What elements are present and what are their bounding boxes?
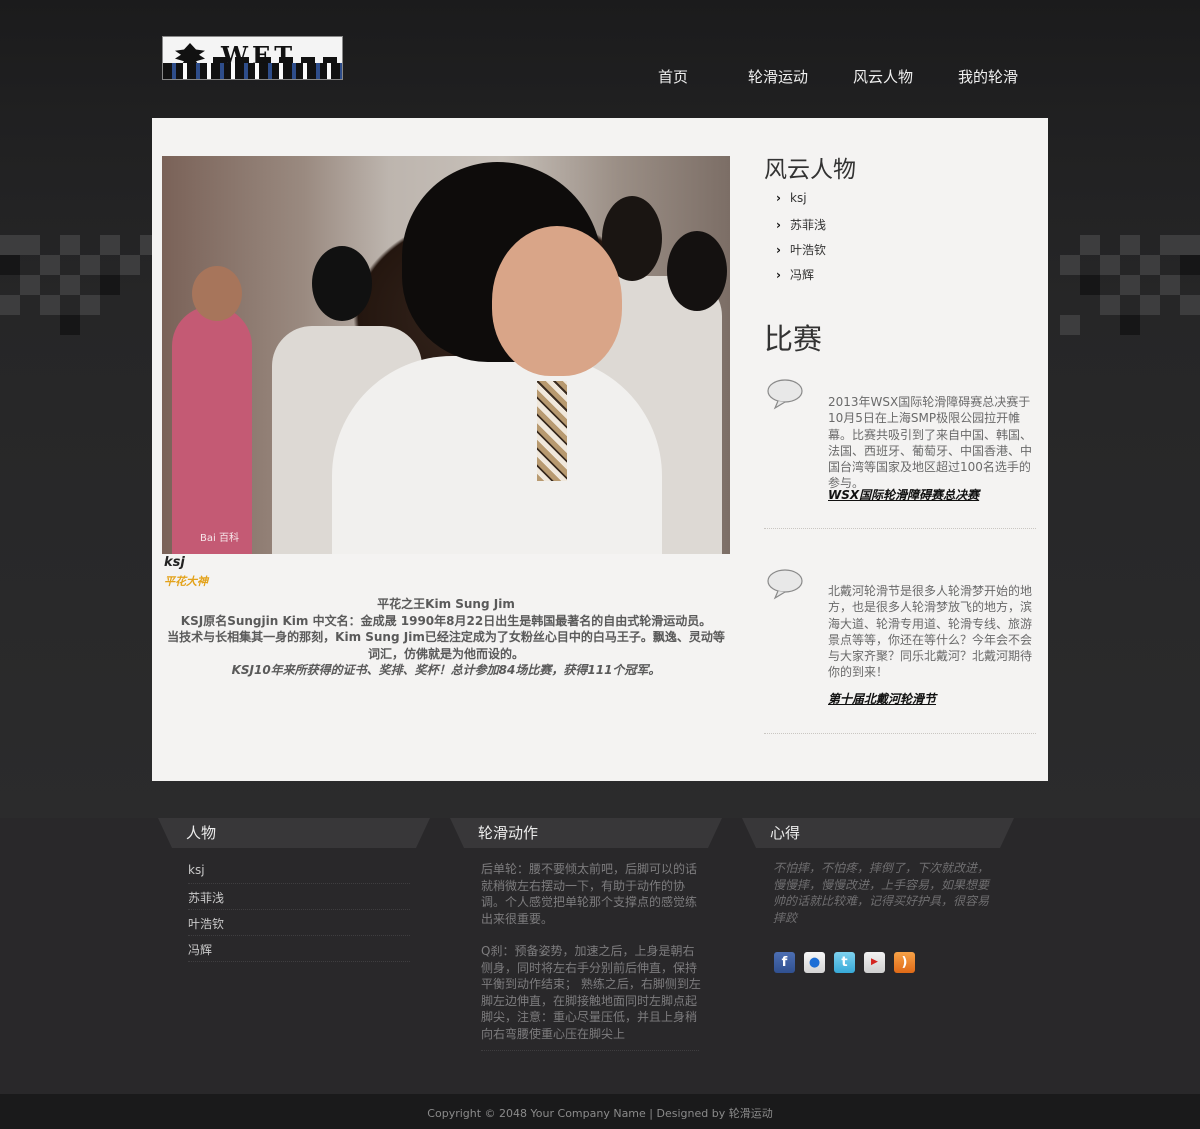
pixel-pattern-right	[1050, 235, 1200, 340]
hero-photo: Bai 百科	[162, 156, 730, 554]
athlete-bio: 平花之王Kim Sung Jim KSJ原名Sungjin Kim 中文名：金成…	[162, 596, 730, 679]
people-heading: 风云人物	[764, 157, 856, 183]
footer-tab-people: 人物	[158, 818, 430, 848]
speech-bubble-icon	[767, 569, 803, 600]
move-description: Q刹：预备姿势，加速之后，上身是朝右侧身，同时将左右手分别前后伸直，保持平衡到动…	[481, 944, 701, 1041]
event-title-link[interactable]: WSX国际轮滑障碍赛总决赛	[828, 486, 979, 503]
footer-tab-tips: 心得	[742, 818, 1014, 848]
footer-people-item[interactable]: ksj	[188, 858, 410, 884]
nav-home[interactable]: 首页	[658, 66, 688, 87]
main-content-panel: Bai 百科 ksj 平花大神 平花之王Kim Sung Jim KSJ原名Su…	[152, 118, 1048, 781]
nav-my-skating[interactable]: 我的轮滑	[958, 66, 1018, 87]
event-description: 北戴河轮滑节是很多人轮滑梦开始的地方，也是很多人轮滑梦放飞的地方，滨海大道、轮滑…	[828, 584, 1033, 680]
chevron-right-icon: ›	[776, 191, 781, 205]
youtube-icon[interactable]: ▶	[864, 952, 885, 973]
event-description: 2013年WSX国际轮滑障碍赛总决赛于10月5日在上海SMP极限公园拉开帷幕。比…	[828, 395, 1033, 491]
footer-people-list: ksj 苏菲浅 叶浩钦 冯辉	[188, 858, 410, 962]
facebook-icon[interactable]: f	[774, 952, 795, 973]
footer-tab-moves: 轮滑动作	[450, 818, 722, 848]
chevron-right-icon: ›	[776, 268, 781, 282]
footer-people-item[interactable]: 冯辉	[188, 936, 410, 962]
flickr-icon[interactable]: ●	[804, 952, 825, 973]
photo-caption-name: ksj	[164, 555, 185, 570]
footer-people-item[interactable]: 苏菲浅	[188, 884, 410, 910]
photo-caption-subtitle: 平花大神	[164, 575, 208, 588]
footer: 人物 轮滑动作 心得 ksj 苏菲浅 叶浩钦 冯辉 后单轮：腰不要倾太前吧，后脚…	[0, 818, 1200, 1094]
bio-line: 平花之王Kim Sung Jim	[377, 597, 515, 611]
match-heading: 比赛	[764, 322, 823, 356]
people-item[interactable]: › ksj	[776, 191, 826, 216]
nav-famous-people[interactable]: 风云人物	[853, 66, 913, 87]
people-list: › ksj › 苏菲浅 › 叶浩钦 › 冯辉	[776, 191, 826, 291]
move-description: 后单轮：腰不要倾太前吧，后脚可以的话就稍微左右摆动一下，有助于动作的协调。个人感…	[481, 862, 698, 926]
footer-heading: 心得	[770, 824, 801, 842]
divider	[764, 733, 1036, 734]
footer-heading: 人物	[186, 824, 217, 842]
divider	[764, 528, 1036, 529]
copyright-bar: Copyright © 2048 Your Company Name | Des…	[0, 1094, 1200, 1129]
nav-skating-sport[interactable]: 轮滑运动	[748, 66, 808, 87]
bio-line: 当技术与长相集其一身的那刻，Kim Sung Jim已经注定成为了女粉丝心目中的…	[167, 630, 725, 661]
rss-icon[interactable]: )	[894, 952, 915, 973]
footer-heading: 轮滑动作	[478, 824, 539, 842]
photo-watermark: Bai 百科	[200, 533, 239, 544]
bio-line: KSJ原名Sungjin Kim 中文名：金成晟 1990年8月22日出生是韩国…	[180, 613, 712, 628]
footer-people-item[interactable]: 叶浩钦	[188, 910, 410, 936]
chevron-right-icon: ›	[776, 218, 781, 232]
event-title-link[interactable]: 第十届北戴河轮滑节	[828, 690, 936, 707]
main-nav: 首页 轮滑运动 风云人物 我的轮滑	[0, 66, 1200, 90]
people-item[interactable]: › 苏菲浅	[776, 216, 826, 241]
divider	[481, 1050, 699, 1051]
bio-achievements: KSJ10年来所获得的证书、奖排、奖杯！总计参加84场比赛，获得111个冠军。	[231, 663, 661, 677]
people-item[interactable]: › 叶浩钦	[776, 241, 826, 266]
twitter-icon[interactable]: t	[834, 952, 855, 973]
tips-text: 不怕摔，不怕疼，摔倒了，下次就改进，慢慢摔，慢慢改进，上手容易，如果想要帅的话就…	[773, 861, 990, 925]
speech-bubble-icon	[767, 379, 803, 410]
chevron-right-icon: ›	[776, 243, 781, 257]
people-item[interactable]: › 冯辉	[776, 266, 826, 291]
pixel-pattern-left	[0, 235, 160, 340]
